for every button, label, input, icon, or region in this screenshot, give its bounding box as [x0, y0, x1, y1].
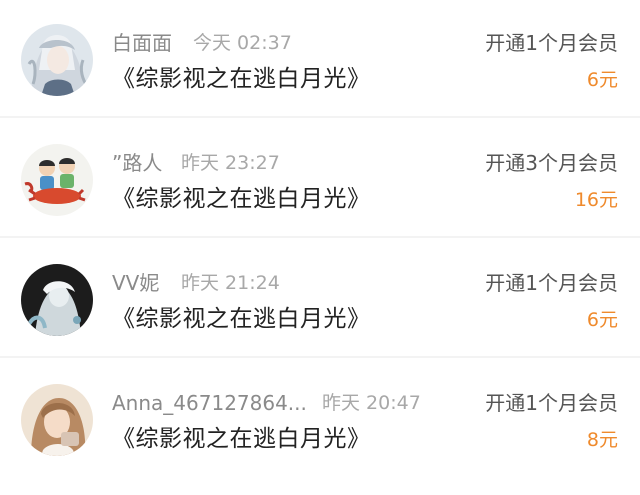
avatar[interactable] [21, 384, 93, 456]
divider [0, 116, 640, 118]
avatar-girl-photo-icon [21, 384, 93, 456]
membership-plan: 开通1个月会员 [485, 271, 618, 295]
list-item[interactable]: Anna_467127864... 昨天 20:47 《综影视之在逃白月光》 开… [0, 360, 640, 478]
price: 6元 [586, 309, 618, 331]
timestamp: 昨天 23:27 [181, 152, 280, 174]
timestamp: 今天 02:37 [193, 32, 292, 54]
user-name: VV妮 [112, 271, 160, 295]
book-title[interactable]: 《综影视之在逃白月光》 [112, 424, 371, 454]
divider [0, 236, 640, 238]
price: 6元 [586, 69, 618, 91]
user-name: ”路人 [112, 151, 163, 175]
divider [0, 356, 640, 358]
membership-plan: 开通3个月会员 [485, 151, 618, 175]
book-title[interactable]: 《综影视之在逃白月光》 [112, 64, 371, 94]
list-item[interactable]: 白面面 今天 02:37 《综影视之在逃白月光》 开通1个月会员 6元 [0, 0, 640, 118]
membership-plan: 开通1个月会员 [485, 31, 618, 55]
avatar[interactable] [21, 24, 93, 96]
timestamp: 昨天 20:47 [322, 392, 421, 414]
avatar[interactable] [21, 144, 93, 216]
avatar[interactable] [21, 264, 93, 336]
price: 16元 [574, 189, 618, 211]
book-title[interactable]: 《综影视之在逃白月光》 [112, 304, 371, 334]
avatar-white-figure-icon [21, 264, 93, 336]
timestamp: 昨天 21:24 [181, 272, 280, 294]
membership-plan: 开通1个月会员 [485, 391, 618, 415]
avatar-cartoon-kids-icon [21, 144, 93, 216]
list-item[interactable]: ”路人 昨天 23:27 《综影视之在逃白月光》 开通3个月会员 16元 [0, 120, 640, 238]
avatar-silver-hair-icon [21, 24, 93, 96]
book-title[interactable]: 《综影视之在逃白月光》 [112, 184, 371, 214]
user-name: 白面面 [112, 31, 172, 55]
user-name: Anna_467127864... [112, 391, 307, 415]
membership-record-list: 白面面 今天 02:37 《综影视之在逃白月光》 开通1个月会员 6元 ”路人 … [0, 0, 640, 495]
list-item[interactable]: VV妮 昨天 21:24 《综影视之在逃白月光》 开通1个月会员 6元 [0, 240, 640, 358]
price: 8元 [586, 429, 618, 451]
